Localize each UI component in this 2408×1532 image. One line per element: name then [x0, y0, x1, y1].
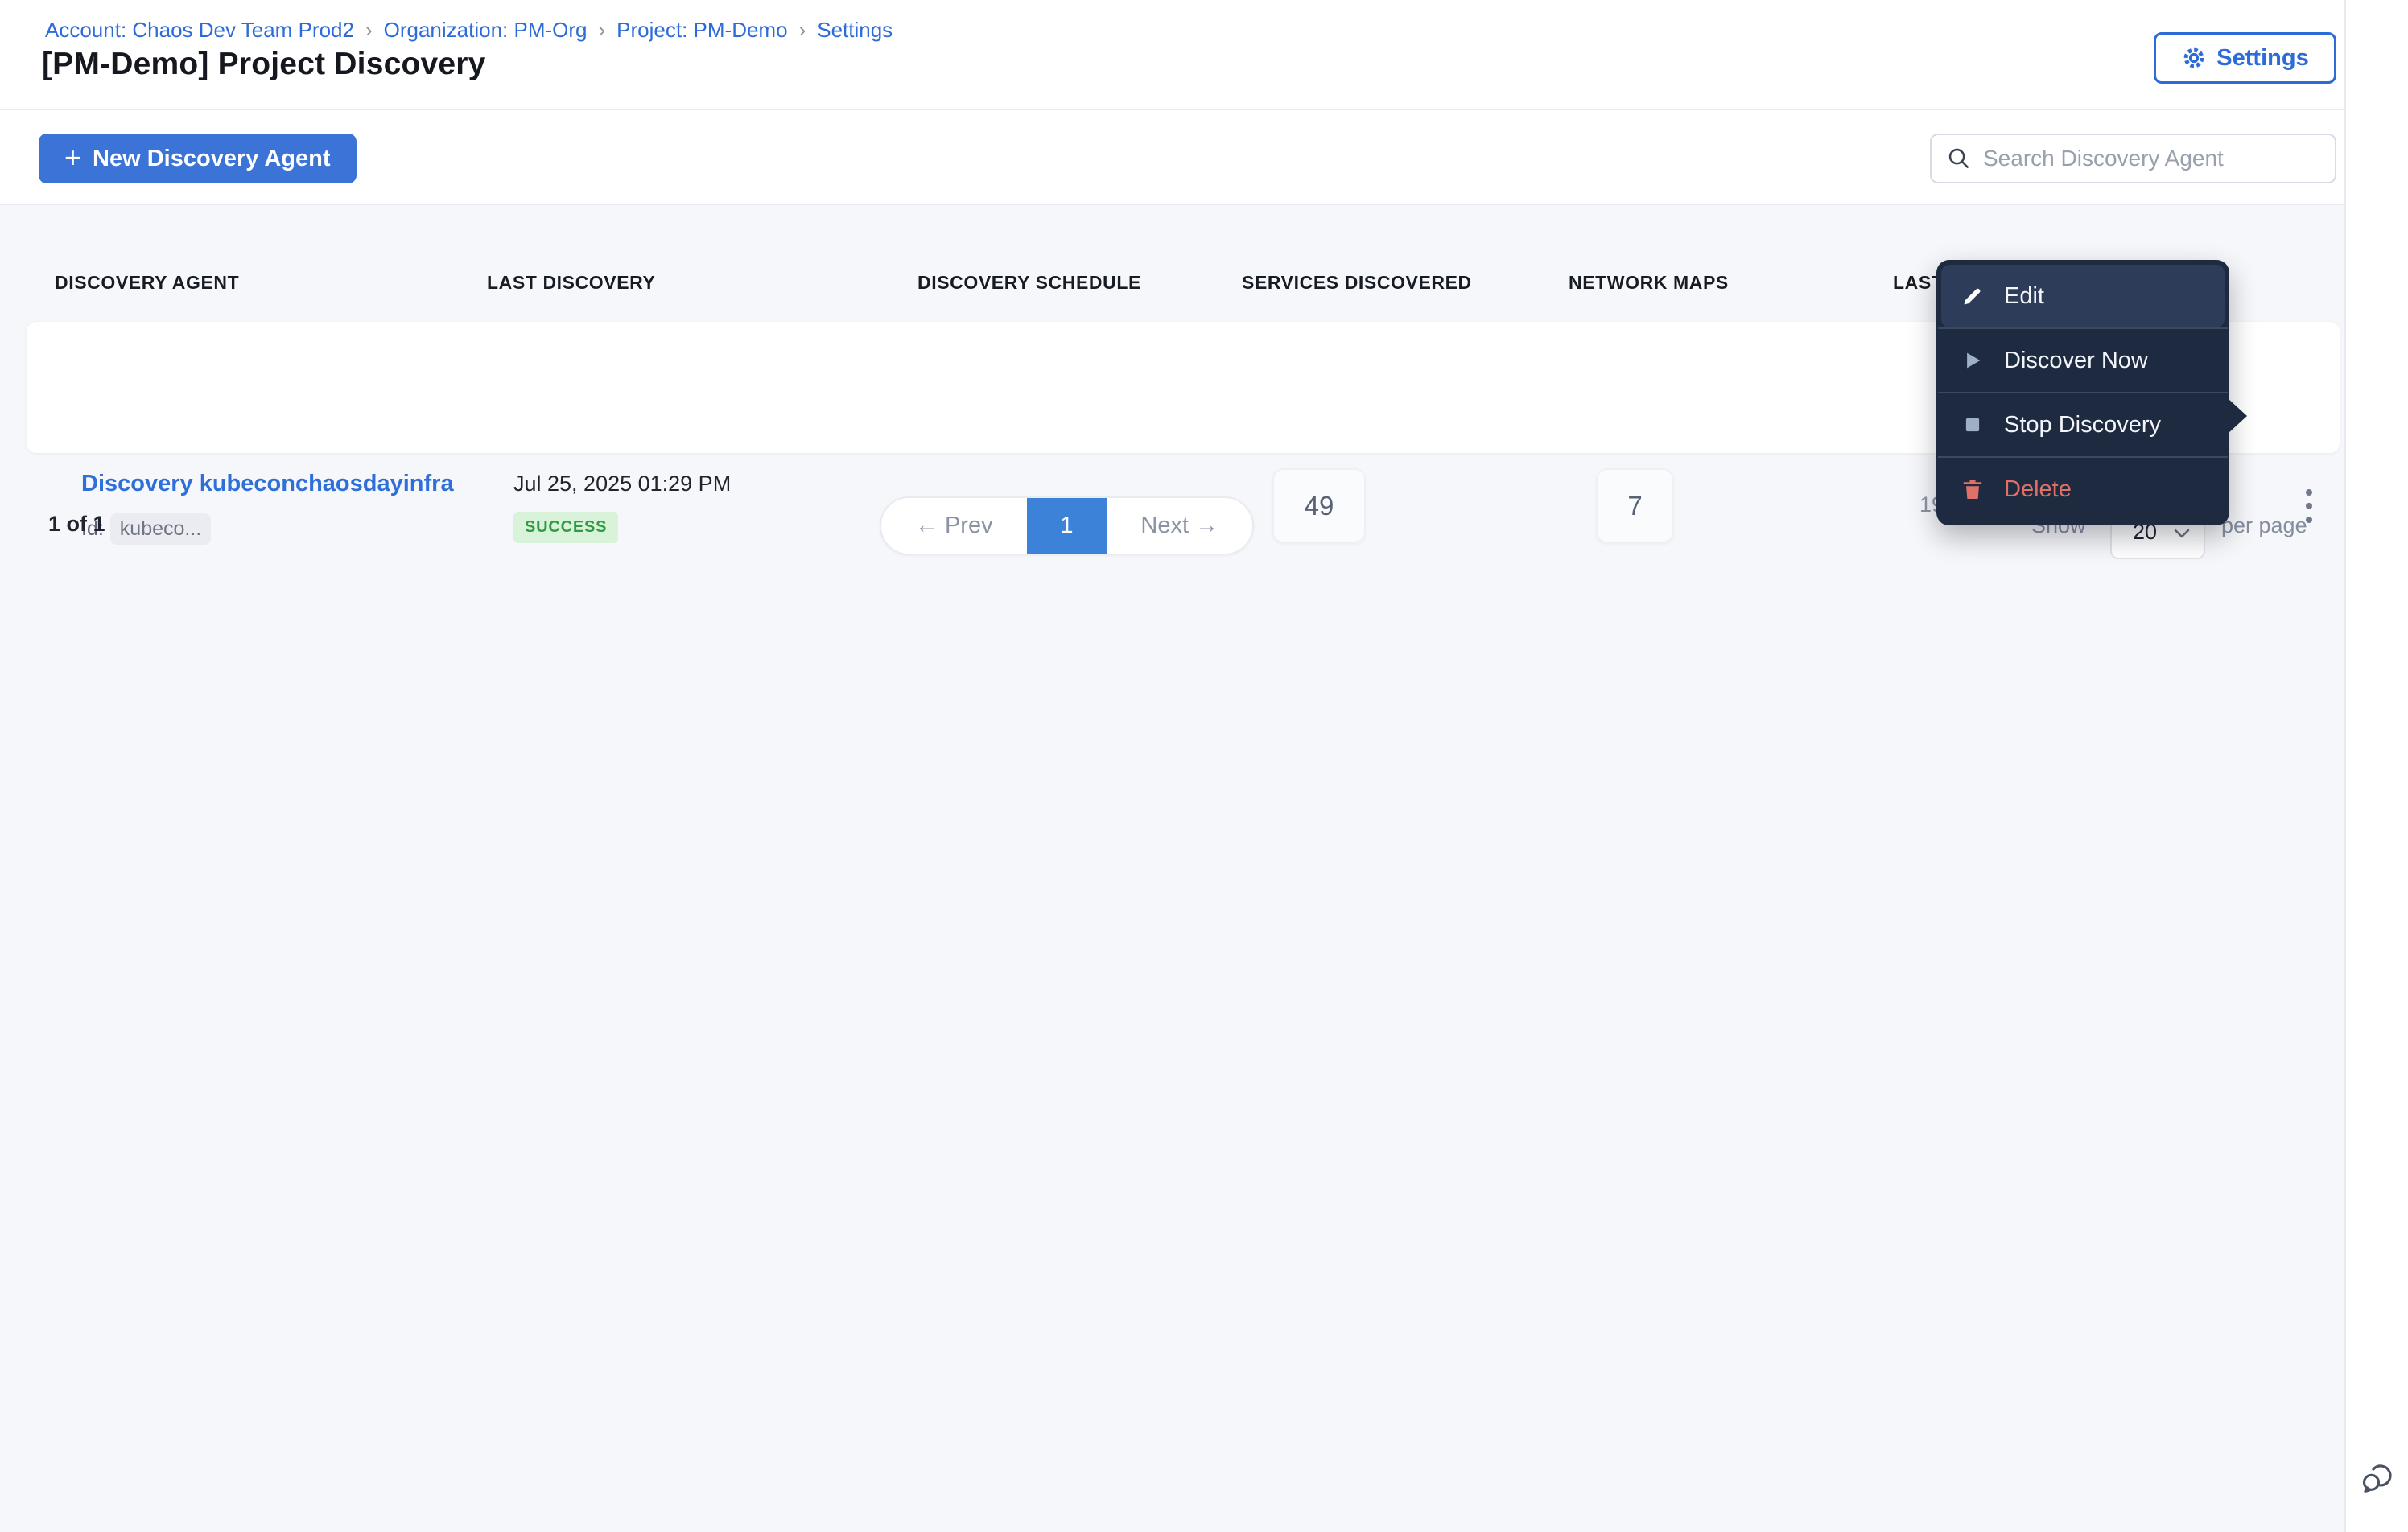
- network-maps-count: 7: [1596, 468, 1674, 543]
- page-title: [PM-Demo] Project Discovery: [42, 47, 486, 81]
- menu-item-stop-discovery[interactable]: Stop Discovery: [1941, 393, 2225, 456]
- chat-bubbles-icon: [2358, 1464, 2397, 1500]
- breadcrumb: Account: Chaos Dev Team Prod2 › Organiza…: [45, 18, 893, 43]
- right-arrow-icon: →: [1195, 513, 1219, 538]
- menu-item-discover-now-label: Discover Now: [2004, 347, 2148, 373]
- menu-item-edit-label: Edit: [2004, 282, 2044, 309]
- menu-item-discover-now[interactable]: Discover Now: [1941, 329, 2225, 392]
- page-header: Account: Chaos Dev Team Prod2 › Organiza…: [0, 0, 2344, 110]
- plus-icon: +: [64, 140, 82, 174]
- breadcrumb-separator: ›: [598, 18, 606, 42]
- new-discovery-agent-button[interactable]: + New Discovery Agent: [39, 134, 357, 183]
- left-arrow-icon: ←: [914, 513, 938, 538]
- menu-item-delete[interactable]: Delete: [1941, 458, 2225, 521]
- settings-button[interactable]: Settings: [2154, 32, 2336, 84]
- menu-item-delete-label: Delete: [2004, 476, 2072, 502]
- trash-icon: [1961, 477, 1985, 501]
- support-chat-button[interactable]: [2358, 1458, 2397, 1497]
- page-1-button[interactable]: 1: [1026, 498, 1107, 554]
- agent-id-value: kubeco...: [109, 513, 212, 545]
- play-icon: [1961, 348, 1985, 373]
- prev-page-button[interactable]: ← Prev: [881, 513, 1027, 539]
- breadcrumb-settings-link[interactable]: Settings: [817, 18, 893, 43]
- context-menu-caret: [2228, 398, 2247, 434]
- menu-item-stop-discovery-label: Stop Discovery: [2004, 411, 2162, 438]
- column-header-discovery-schedule: DISCOVERY SCHEDULE: [917, 272, 1141, 293]
- breadcrumb-account-link[interactable]: Account: Chaos Dev Team Prod2: [45, 18, 354, 43]
- toolbar: + New Discovery Agent: [0, 110, 2344, 205]
- breadcrumb-organization-link[interactable]: Organization: PM-Org: [384, 18, 588, 43]
- search-input[interactable]: [1983, 146, 2320, 171]
- services-discovered-count: 49: [1272, 468, 1366, 543]
- page-count: 1 of 1: [48, 512, 105, 536]
- gear-icon: [2181, 45, 2207, 71]
- settings-button-label: Settings: [2216, 44, 2309, 71]
- right-scroll-rail: [2344, 0, 2408, 1532]
- menu-item-edit[interactable]: Edit: [1941, 265, 2225, 327]
- search-icon: [1946, 146, 1972, 171]
- stop-icon: [1961, 413, 1985, 437]
- search-box: [1930, 134, 2336, 183]
- column-header-last-discovery: LAST DISCOVERY: [487, 272, 656, 293]
- next-page-button[interactable]: Next →: [1107, 513, 1253, 539]
- per-page-label: per page: [2221, 513, 2307, 537]
- column-header-network-maps: NETWORK MAPS: [1569, 272, 1729, 293]
- status-badge: SUCCESS: [513, 512, 619, 543]
- kebab-icon: [2306, 489, 2312, 496]
- last-discovery-date: Jul 25, 2025 01:29 PM: [513, 472, 732, 496]
- new-discovery-agent-label: New Discovery Agent: [93, 145, 331, 171]
- discovery-agent-name-link[interactable]: Discovery kubeconchaosdayinfra: [81, 471, 454, 497]
- breadcrumb-separator: ›: [798, 18, 806, 42]
- row-actions-context-menu: Edit Discover Now Stop Discovery Delete: [1936, 260, 2247, 525]
- column-header-services-discovered: SERVICES DISCOVERED: [1242, 272, 1472, 293]
- project-discovery-page: Account: Chaos Dev Team Prod2 › Organiza…: [0, 0, 2408, 1532]
- breadcrumb-separator: ›: [365, 18, 373, 42]
- column-header-discovery-agent: DISCOVERY AGENT: [55, 272, 240, 293]
- pencil-icon: [1961, 284, 1985, 308]
- breadcrumb-project-link[interactable]: Project: PM-Demo: [616, 18, 787, 43]
- pagination: ← Prev 1 Next →: [880, 496, 1254, 555]
